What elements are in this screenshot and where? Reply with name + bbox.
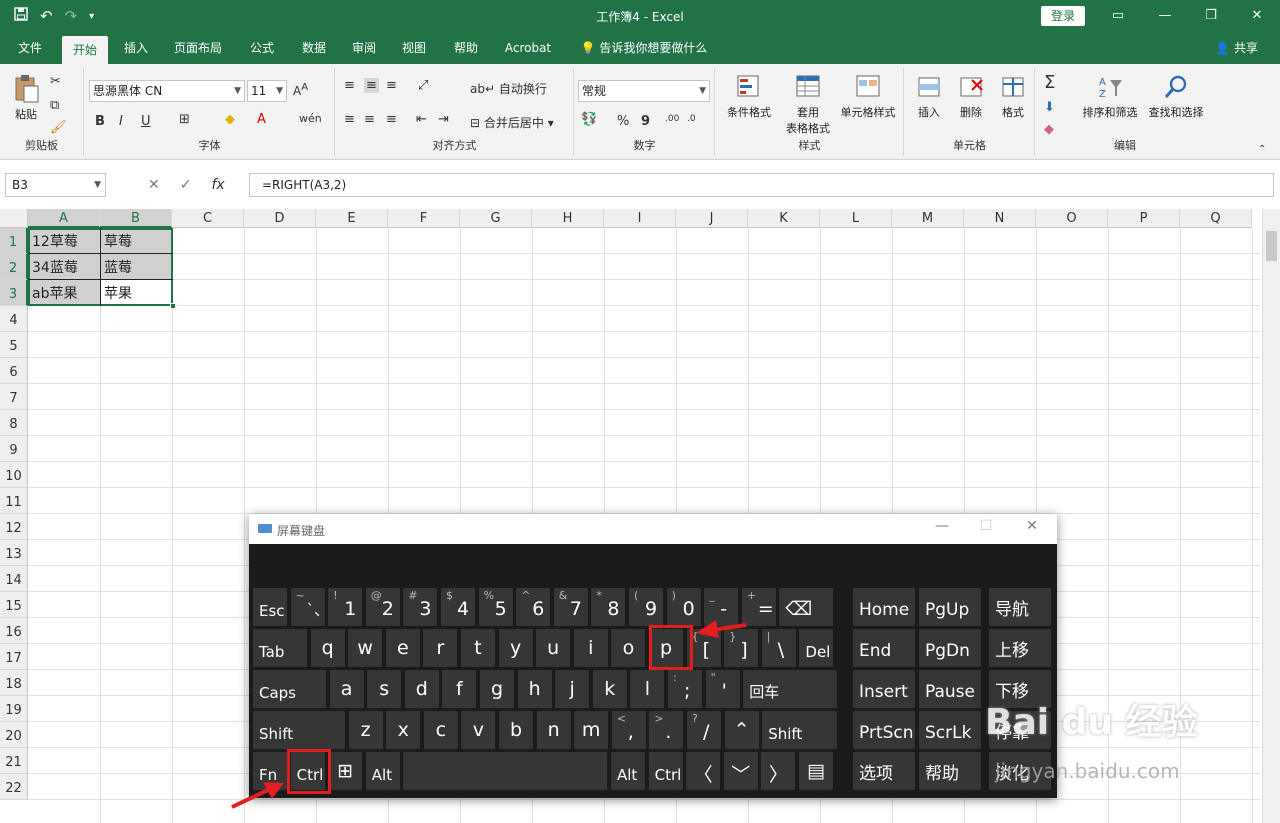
arrow-to-p-key	[696, 620, 747, 638]
watermark-brand: Bai du 经验	[985, 702, 1198, 743]
excel-window: ↶ ↷ ▾ 工作簿4 - Excel 登录 ▭ — ❐ ✕ 文件 开始 插入 页…	[0, 0, 1280, 823]
watermark-url: jingyan.baidu.com	[995, 759, 1180, 783]
arrow-to-ctrl-key	[231, 782, 284, 809]
baidu-watermark: Bai du 经验 jingyan.baidu.com	[985, 693, 1198, 783]
